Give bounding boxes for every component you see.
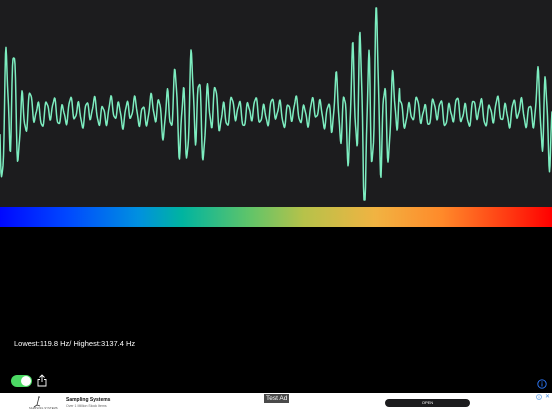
ad-logo-caption: SAMPLING SYSTEMS <box>29 407 58 410</box>
adchoices-icon[interactable] <box>536 394 542 400</box>
listen-toggle[interactable] <box>11 375 32 387</box>
frequency-spectrum-bar <box>0 207 552 227</box>
ad-test-label: Test Ad <box>264 394 290 403</box>
waveform-panel <box>0 0 552 207</box>
ad-logo-icon <box>33 396 41 408</box>
share-icon[interactable] <box>37 374 47 387</box>
info-icon[interactable] <box>537 379 547 389</box>
frequency-readout: Lowest:119.8 Hz/ Highest:3137.4 Hz <box>14 339 136 348</box>
waveform-graph <box>0 7 552 201</box>
ad-title[interactable]: Sampling Systems <box>66 397 110 403</box>
ad-subtitle: Over 1 Million Stock Items <box>66 404 107 408</box>
ad-open-button[interactable]: OPEN <box>385 399 470 407</box>
toggle-knob <box>21 376 31 386</box>
waveform-line <box>0 7 552 201</box>
close-icon[interactable]: ✕ <box>545 394 550 400</box>
